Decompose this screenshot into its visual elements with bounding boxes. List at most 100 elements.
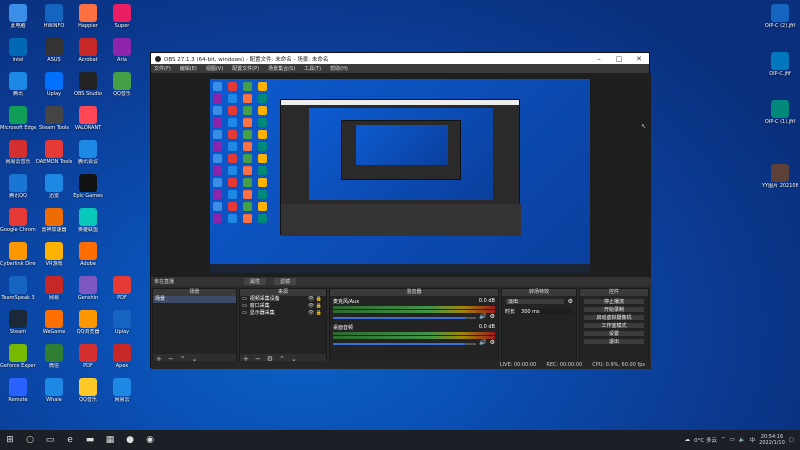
volume-slider[interactable] bbox=[333, 316, 477, 319]
desktop-icon[interactable]: 腾讯QQ bbox=[0, 174, 36, 199]
desktop-icon[interactable]: OBS Studio bbox=[70, 72, 106, 97]
source-item[interactable]: ▭ 显示器采集 👁 🔒 bbox=[240, 310, 326, 317]
minimize-icon[interactable]: – bbox=[589, 55, 609, 63]
notification-icon[interactable]: ▢ bbox=[789, 437, 794, 443]
menu-item[interactable]: 文件(F) bbox=[154, 65, 171, 72]
desktop-icon[interactable]: DAEMON Tools bbox=[36, 140, 72, 165]
menu-item[interactable]: 视图(V) bbox=[206, 65, 223, 72]
desktop-icon[interactable]: Geforce Experience bbox=[0, 344, 36, 369]
steam-icon[interactable]: ◉ bbox=[140, 430, 160, 450]
obs-window[interactable]: OBS 27.1.3 (64-bit, windows) - 配置文件: 未命名… bbox=[150, 52, 651, 369]
control-button[interactable]: 退出 bbox=[583, 338, 645, 345]
desktop-icon[interactable]: Uplay bbox=[104, 310, 140, 335]
obs-icon[interactable]: ● bbox=[120, 430, 140, 450]
ime-icon[interactable]: 中 bbox=[750, 436, 756, 444]
desktop-icon[interactable]: PDF bbox=[104, 276, 140, 301]
scene-item[interactable]: 场景 bbox=[153, 296, 236, 303]
desktop-icon[interactable]: 微信 bbox=[36, 344, 72, 369]
desktop-icon[interactable]: 网易云 bbox=[104, 378, 140, 403]
desktop-icon[interactable]: 腾讯会议 bbox=[70, 140, 106, 165]
control-button[interactable]: 设置 bbox=[583, 330, 645, 337]
control-button[interactable]: 停止播流 bbox=[583, 298, 645, 305]
tray-chevron-icon[interactable]: ⌃ bbox=[721, 437, 726, 443]
desktop-icon[interactable]: Uplay bbox=[36, 72, 72, 97]
search-icon[interactable]: ○ bbox=[20, 430, 40, 450]
desktop-icon[interactable]: Cyberlink Director bbox=[0, 242, 36, 267]
clock[interactable]: 20:54:16 2022/1/10 bbox=[759, 434, 785, 446]
desktop-icon[interactable]: Intel bbox=[0, 38, 36, 63]
source-item[interactable]: ▭ 窗口采集 👁 🔒 bbox=[240, 303, 326, 310]
transition-select[interactable]: 淡出 bbox=[505, 298, 565, 305]
taskview-icon[interactable]: ▭ bbox=[40, 430, 60, 450]
desktop-icon[interactable]: Apex bbox=[104, 344, 140, 369]
mute-icon[interactable]: 🔊 bbox=[479, 339, 486, 346]
explorer-icon[interactable]: ▬ bbox=[80, 430, 100, 450]
preview-area[interactable]: ↖ bbox=[151, 73, 651, 277]
desktop-icon[interactable]: 雷神加速器 bbox=[36, 208, 72, 233]
weather-icon[interactable]: ☁ bbox=[685, 437, 691, 443]
close-icon[interactable]: ✕ bbox=[629, 55, 649, 63]
duration-input[interactable]: 300 ms bbox=[518, 308, 573, 315]
desktop-icon[interactable]: QQ音乐 bbox=[70, 378, 106, 403]
menu-item[interactable]: 场景集合(S) bbox=[268, 65, 295, 72]
desktop-icon[interactable]: VALORANT bbox=[70, 106, 106, 131]
control-button[interactable]: 工作室模式 bbox=[583, 322, 645, 329]
desktop-icon[interactable]: Super bbox=[104, 4, 140, 29]
window-titlebar[interactable]: OBS 27.1.3 (64-bit, windows) - 配置文件: 未命名… bbox=[151, 53, 649, 64]
desktop-icon[interactable]: Remote bbox=[0, 378, 36, 403]
desktop-icon[interactable]: Epic Games bbox=[70, 174, 106, 199]
desktop-icon[interactable]: OIP-C.jfif bbox=[762, 52, 798, 77]
channel-settings-icon[interactable]: ⚙ bbox=[490, 339, 495, 346]
desktop-icon[interactable]: PDF bbox=[70, 344, 106, 369]
desktop-icon[interactable]: Genshin bbox=[70, 276, 106, 301]
menu-item[interactable]: 帮助(H) bbox=[330, 65, 348, 72]
desktop-icon[interactable]: Aria bbox=[104, 38, 140, 63]
desktop-icon[interactable]: 英雄联盟 bbox=[70, 208, 106, 233]
mute-icon[interactable]: 🔊 bbox=[479, 313, 486, 320]
filters-button[interactable]: 滤镜 bbox=[274, 278, 297, 285]
desktop-icon[interactable]: Steam bbox=[0, 310, 36, 335]
volume-icon[interactable]: 🔈 bbox=[739, 437, 746, 443]
desktop-icon[interactable]: ASUS bbox=[36, 38, 72, 63]
desktop-icon[interactable]: OIP-C (1).jfif bbox=[762, 100, 798, 125]
desktop-icon[interactable]: Google Chrome bbox=[0, 208, 36, 233]
weather-text[interactable]: 0°C 多云 bbox=[694, 436, 717, 444]
desktop-icon[interactable]: Whale bbox=[36, 378, 72, 403]
desktop-icon[interactable]: VR游戏 bbox=[36, 242, 72, 267]
windows-icon[interactable]: ⊞ bbox=[0, 430, 20, 450]
control-button[interactable]: 开始录制 bbox=[583, 306, 645, 313]
desktop-icon[interactable]: TeamSpeak 3 bbox=[0, 276, 36, 301]
desktop-icon[interactable]: 网易 bbox=[36, 276, 72, 301]
store-icon[interactable]: ▦ bbox=[100, 430, 120, 450]
desktop-icon[interactable]: WeGame bbox=[36, 310, 72, 335]
desktop-icon[interactable]: 网易云音乐 bbox=[0, 140, 36, 165]
menu-item[interactable]: 编辑(E) bbox=[180, 65, 197, 72]
control-button[interactable]: 启动虚拟摄像机 bbox=[583, 314, 645, 321]
volume-slider[interactable] bbox=[333, 342, 477, 345]
desktop-icon[interactable]: 迅雷 bbox=[36, 174, 72, 199]
visibility-icon[interactable]: 👁 🔒 bbox=[308, 303, 322, 310]
maximize-icon[interactable]: □ bbox=[609, 55, 629, 63]
desktop-icon[interactable]: HWiNFO bbox=[36, 4, 72, 29]
desktop-icon[interactable]: Microsoft Edge bbox=[0, 106, 36, 131]
desktop-icon[interactable]: 此电脑 bbox=[0, 4, 36, 29]
transition-settings-icon[interactable]: ⚙ bbox=[568, 298, 573, 305]
properties-button[interactable]: 属性 bbox=[244, 278, 267, 285]
desktop-icon[interactable]: 腾讯 bbox=[0, 72, 36, 97]
channel-settings-icon[interactable]: ⚙ bbox=[490, 313, 495, 320]
visibility-icon[interactable]: 👁 🔒 bbox=[308, 296, 322, 303]
desktop-icon[interactable]: Happier bbox=[70, 4, 106, 29]
network-icon[interactable]: ▭ bbox=[730, 437, 735, 443]
desktop-icon[interactable]: Steam Tools bbox=[36, 106, 72, 131]
desktop-icon[interactable]: Adobe bbox=[70, 242, 106, 267]
edge-icon[interactable]: e bbox=[60, 430, 80, 450]
desktop-icon[interactable]: YY图片 20210831... bbox=[762, 164, 798, 189]
menu-item[interactable]: 配置文件(P) bbox=[232, 65, 259, 72]
source-item[interactable]: ▭ 视频采集设备 👁 🔒 bbox=[240, 296, 326, 303]
desktop-icon[interactable]: QQ音乐 bbox=[104, 72, 140, 97]
desktop-icon[interactable]: OIP-C (2).jfif bbox=[762, 4, 798, 29]
menu-item[interactable]: 工具(T) bbox=[304, 65, 321, 72]
desktop-icon[interactable]: QQ浏览器 bbox=[70, 310, 106, 335]
visibility-icon[interactable]: 👁 🔒 bbox=[308, 310, 322, 317]
desktop-icon[interactable]: Acrobat bbox=[70, 38, 106, 63]
